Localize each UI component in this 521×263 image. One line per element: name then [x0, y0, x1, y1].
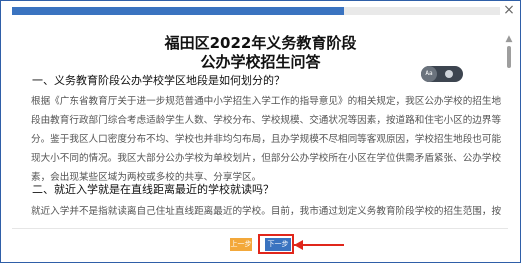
annotation-highlight-box — [258, 234, 294, 254]
paragraph-line: 就近入学并不是指就读离自己住址直线距离最近的学校。目前，我市通过划定义务教育阶段… — [31, 206, 501, 217]
footer-divider — [12, 228, 508, 229]
reading-progress-fill — [12, 7, 344, 15]
toggle-knob — [445, 70, 453, 78]
paragraph-line: 分。鉴于我区人口密度分布不均、学校也并非均匀布局，且办学规模不尽相同等客观原因，… — [31, 134, 501, 145]
annotation-arrow-line — [294, 244, 344, 246]
paragraph-line: 段由教育行政部门综合考虑适龄学生人数、学校分布、学校规模、交通状况等因素，按道路… — [31, 115, 501, 126]
section-paragraph: 根据《广东省教育厅关于进一步规范普通中小学招生入学工作的指导意见》的相关规定，我… — [31, 92, 501, 187]
paragraph-line: 根据《广东省教育厅关于进一步规范普通中小学招生入学工作的指导意见》的相关规定，我… — [31, 96, 501, 107]
paragraph-line: 现大小不同的情况。我区大部分公办学校为单校划片，但部分公办学校所在小区在学位供需… — [31, 153, 501, 164]
close-icon[interactable]: × — [501, 2, 517, 18]
section-paragraph: 就近入学并不是指就读离自己住址直线距离最近的学校。目前，我市通过划定义务教育阶段… — [31, 202, 501, 221]
font-size-toggle[interactable]: Aa — [421, 66, 463, 82]
page-title-line1: 福田区2022年义务教育阶段 — [164, 34, 357, 52]
section-heading: 二、就近入学就是在直线距离最近的学校就读吗？ — [32, 183, 274, 196]
section-heading: 一、义务教育阶段公办学校学区地段是如何划分的？ — [32, 74, 285, 87]
font-size-icon: Aa — [421, 66, 437, 82]
prev-button[interactable]: 上一步 — [230, 238, 252, 251]
reading-progress-bar — [12, 7, 500, 15]
